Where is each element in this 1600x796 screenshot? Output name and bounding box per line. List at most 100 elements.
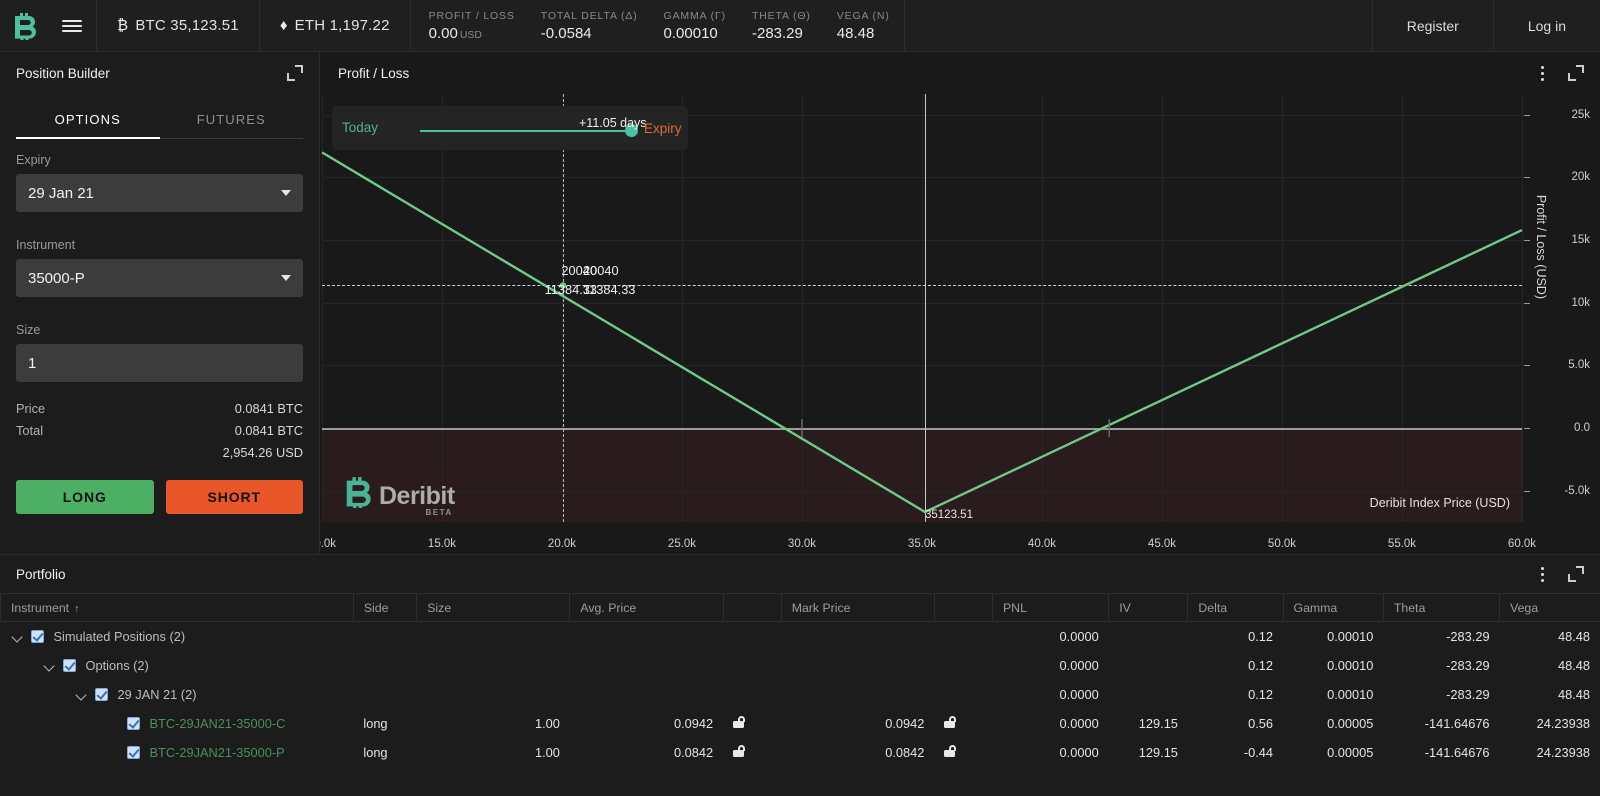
row-checkbox[interactable]	[63, 659, 76, 672]
cell-size: 1.00	[417, 709, 570, 738]
portfolio-title: Portfolio	[16, 567, 1534, 582]
size-input[interactable]: 1	[16, 344, 303, 382]
x-axis-title: Deribit Index Price (USD)	[1370, 496, 1510, 510]
table-body: Simulated Positions (2)0.00000.120.00010…	[1, 622, 1600, 768]
cell-mark-price	[781, 622, 934, 652]
expiry-label: Expiry	[644, 121, 682, 136]
greeks-summary: PROFIT / LOSS 0.00USD TOTAL DELTA (Δ) -0…	[410, 0, 905, 51]
column-header-theta[interactable]: Theta	[1383, 594, 1499, 622]
gridline-vertical	[682, 94, 683, 522]
chevron-expand-icon[interactable]	[75, 688, 88, 701]
summary-row-total-usd: 2,954.26 USD	[16, 442, 303, 464]
register-button[interactable]: Register	[1372, 0, 1493, 51]
instrument-label: Options (2)	[86, 658, 149, 673]
chart-plot-area[interactable]: Today +11.05 days Expiry 20040 11384.33 …	[320, 94, 1600, 554]
instrument-value: 35000-P	[28, 270, 281, 287]
tab-options[interactable]: OPTIONS	[16, 100, 160, 138]
cell-theta: -283.29	[1383, 651, 1499, 680]
cell-instrument: BTC-29JAN21-35000-P	[1, 738, 354, 767]
top-bar: ₿ BTC 35,123.51 ♦ ETH 1,197.22 PROFIT / …	[0, 0, 1600, 52]
x-axis-tick-label: 20.0k	[548, 538, 576, 550]
row-checkbox[interactable]	[127, 717, 140, 730]
cell-side: long	[353, 738, 416, 767]
expiry-select[interactable]: 29 Jan 21	[16, 174, 303, 212]
table-row[interactable]: BTC-29JAN21-35000-Plong1.000.08420.08420…	[1, 738, 1600, 767]
greek-unit: USD	[460, 29, 482, 41]
unlock-icon[interactable]	[733, 716, 746, 728]
cell-iv: 129.15	[1109, 709, 1188, 738]
y-axis-title: Profit / Loss (USD)	[1534, 195, 1548, 299]
x-axis-tick-label: 35.0k	[908, 538, 936, 550]
table-row[interactable]: Simulated Positions (2)0.00000.120.00010…	[1, 622, 1600, 652]
cell-pnl: 0.0000	[992, 651, 1108, 680]
position-builder-panel: Position Builder OPTIONS FUTURES Expiry …	[0, 52, 320, 554]
unlock-icon[interactable]	[733, 745, 746, 757]
chevron-expand-icon[interactable]	[11, 630, 24, 643]
cell-pnl: 0.0000	[992, 738, 1108, 767]
column-header-pnl[interactable]: PNL	[992, 594, 1108, 622]
table-row[interactable]: 29 JAN 21 (2)0.00000.120.00010-283.2948.…	[1, 680, 1600, 709]
column-header-blank[interactable]	[723, 594, 781, 622]
spot-price-line[interactable]	[925, 94, 926, 522]
column-header-mark-price[interactable]: Mark Price	[781, 594, 934, 622]
expand-icon[interactable]	[1568, 65, 1584, 81]
unlock-icon[interactable]	[944, 716, 957, 728]
greek-theta: THETA (θ) -283.29	[752, 10, 811, 42]
row-checkbox[interactable]	[95, 688, 108, 701]
chevron-expand-icon[interactable]	[43, 659, 56, 672]
x-axis-tick-label: 50.0k	[1268, 538, 1296, 550]
column-header-vega[interactable]: Vega	[1500, 594, 1600, 622]
portfolio-table: Instrument↑SideSizeAvg. Price Mark Price P…	[0, 593, 1600, 767]
greek-label: PROFIT / LOSS	[429, 10, 515, 22]
greek-vega: VEGA (N) 48.48	[837, 10, 890, 42]
column-header-avg-price[interactable]: Avg. Price	[570, 594, 723, 622]
more-options-icon[interactable]	[1534, 566, 1550, 582]
cell-mark-price: 0.0942	[781, 709, 934, 738]
row-checkbox[interactable]	[31, 630, 44, 643]
order-actions: LONG SHORT	[0, 464, 319, 514]
time-slider-track[interactable]	[420, 130, 633, 132]
instrument-label: 29 JAN 21 (2)	[118, 687, 197, 702]
order-summary: Price 0.0841 BTC Total 0.0841 BTC 2,954.…	[0, 398, 319, 464]
cell-mark-price-lock	[934, 622, 992, 652]
more-options-icon[interactable]	[1534, 65, 1550, 81]
gridline-vertical	[922, 94, 923, 522]
hamburger-menu-icon[interactable]	[48, 0, 96, 51]
btc-price-ticker[interactable]: ₿ BTC 35,123.51	[96, 0, 259, 51]
eth-price-ticker[interactable]: ♦ ETH 1,197.22	[259, 0, 410, 51]
cell-avg-price: 0.0942	[570, 709, 723, 738]
row-checkbox[interactable]	[127, 746, 140, 759]
column-header-size[interactable]: Size	[417, 594, 570, 622]
long-button[interactable]: LONG	[16, 480, 154, 514]
expand-icon[interactable]	[287, 65, 303, 81]
column-header-instrument[interactable]: Instrument↑	[1, 594, 354, 622]
column-header-gamma[interactable]: Gamma	[1283, 594, 1383, 622]
column-header-blank[interactable]	[934, 594, 992, 622]
instrument-select[interactable]: 35000-P	[16, 259, 303, 297]
cell-avg-price-lock	[723, 680, 781, 709]
summary-value: 2,954.26 USD	[223, 442, 303, 464]
cell-mark-price: 0.0842	[781, 738, 934, 767]
column-header-iv[interactable]: IV	[1109, 594, 1188, 622]
cell-gamma: 0.00010	[1283, 651, 1383, 680]
tab-futures[interactable]: FUTURES	[160, 100, 304, 138]
cell-instrument: 29 JAN 21 (2)	[1, 680, 354, 709]
cell-mark-price	[781, 680, 934, 709]
table-row[interactable]: Options (2)0.00000.120.00010-283.2948.48	[1, 651, 1600, 680]
summary-row-price: Price 0.0841 BTC	[16, 398, 303, 420]
expand-icon[interactable]	[1568, 566, 1584, 582]
table-row[interactable]: BTC-29JAN21-35000-Clong1.000.09420.09420…	[1, 709, 1600, 738]
deribit-logo-icon[interactable]	[0, 0, 48, 51]
unlock-icon[interactable]	[944, 745, 957, 757]
chart-header: Profit / Loss	[320, 52, 1600, 94]
column-header-delta[interactable]: Delta	[1188, 594, 1283, 622]
summary-row-total: Total 0.0841 BTC	[16, 420, 303, 442]
column-header-side[interactable]: Side	[353, 594, 416, 622]
sort-arrow-icon: ↑	[74, 603, 80, 615]
gridline-vertical	[1402, 94, 1403, 522]
cell-pnl: 0.0000	[992, 622, 1108, 652]
strike-dashed-line[interactable]	[563, 94, 564, 522]
login-button[interactable]: Log in	[1493, 0, 1600, 51]
btc-price-label: BTC 35,123.51	[135, 17, 239, 34]
short-button[interactable]: SHORT	[166, 480, 304, 514]
